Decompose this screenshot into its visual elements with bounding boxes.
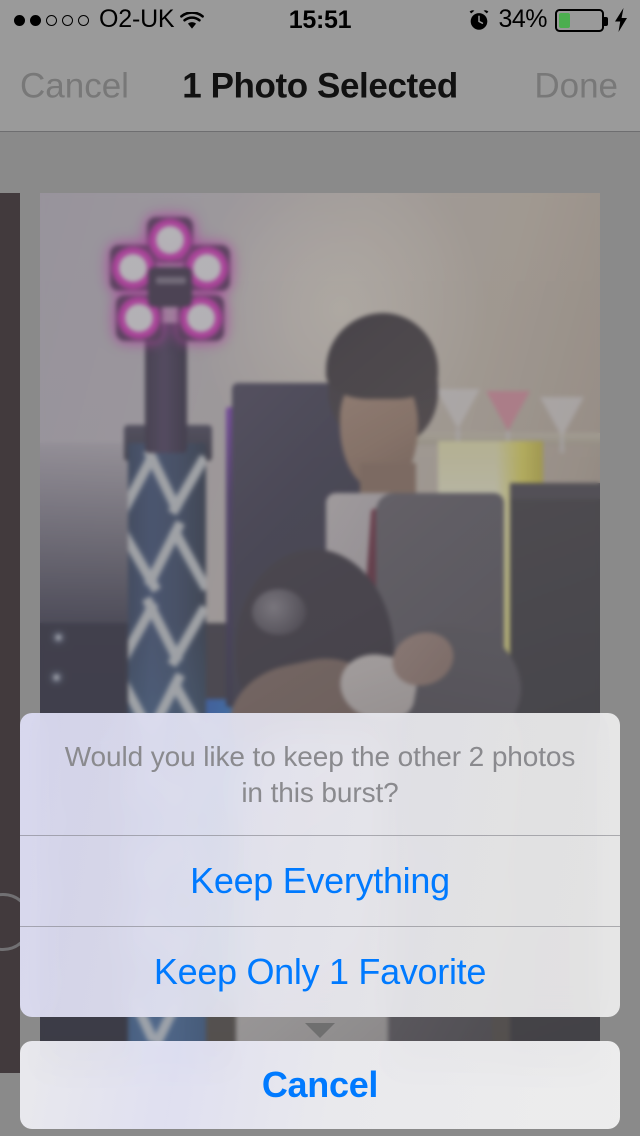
status-bar-clock: 15:51 [288,5,352,34]
action-sheet-title: Would you like to keep the other 2 photo… [64,741,576,808]
phone-screen: O2-UK 15:51 34% Cancel 1 Photo Selected … [0,0,640,1136]
battery-fill [559,12,571,28]
status-bar: O2-UK 15:51 34% [0,0,640,40]
action-sheet-group: Would you like to keep the other 2 photo… [20,713,620,1017]
action-sheet: Would you like to keep the other 2 photo… [20,713,620,1129]
signal-dot-1 [14,14,25,26]
signal-dot-3 [46,14,57,26]
action-sheet-cancel-button[interactable]: Cancel [20,1041,620,1129]
signal-dot-4 [62,14,73,26]
lightning-bolt-icon [614,8,628,32]
carrier-name: O2-UK [99,4,175,33]
chevron-down-icon [305,1023,335,1038]
action-sheet-title-row: Would you like to keep the other 2 photo… [20,713,620,835]
keep-only-one-favorite-button[interactable]: Keep Only 1 Favorite [20,927,620,1017]
action-sheet-cancel-group: Cancel [20,1040,620,1129]
navigation-bar: Cancel 1 Photo Selected Done [0,40,640,132]
nav-done-button[interactable]: Done [534,69,618,104]
status-bar-right: 34% [468,0,628,40]
wifi-icon [180,11,205,30]
alarm-clock-icon [468,9,490,31]
battery-icon [555,8,608,32]
battery-percentage: 34% [498,4,547,33]
signal-strength-dots [14,14,89,26]
status-bar-left: O2-UK [14,0,205,40]
signal-dot-2 [30,14,41,26]
keep-everything-button[interactable]: Keep Everything [20,836,620,926]
signal-dot-5 [78,14,89,26]
